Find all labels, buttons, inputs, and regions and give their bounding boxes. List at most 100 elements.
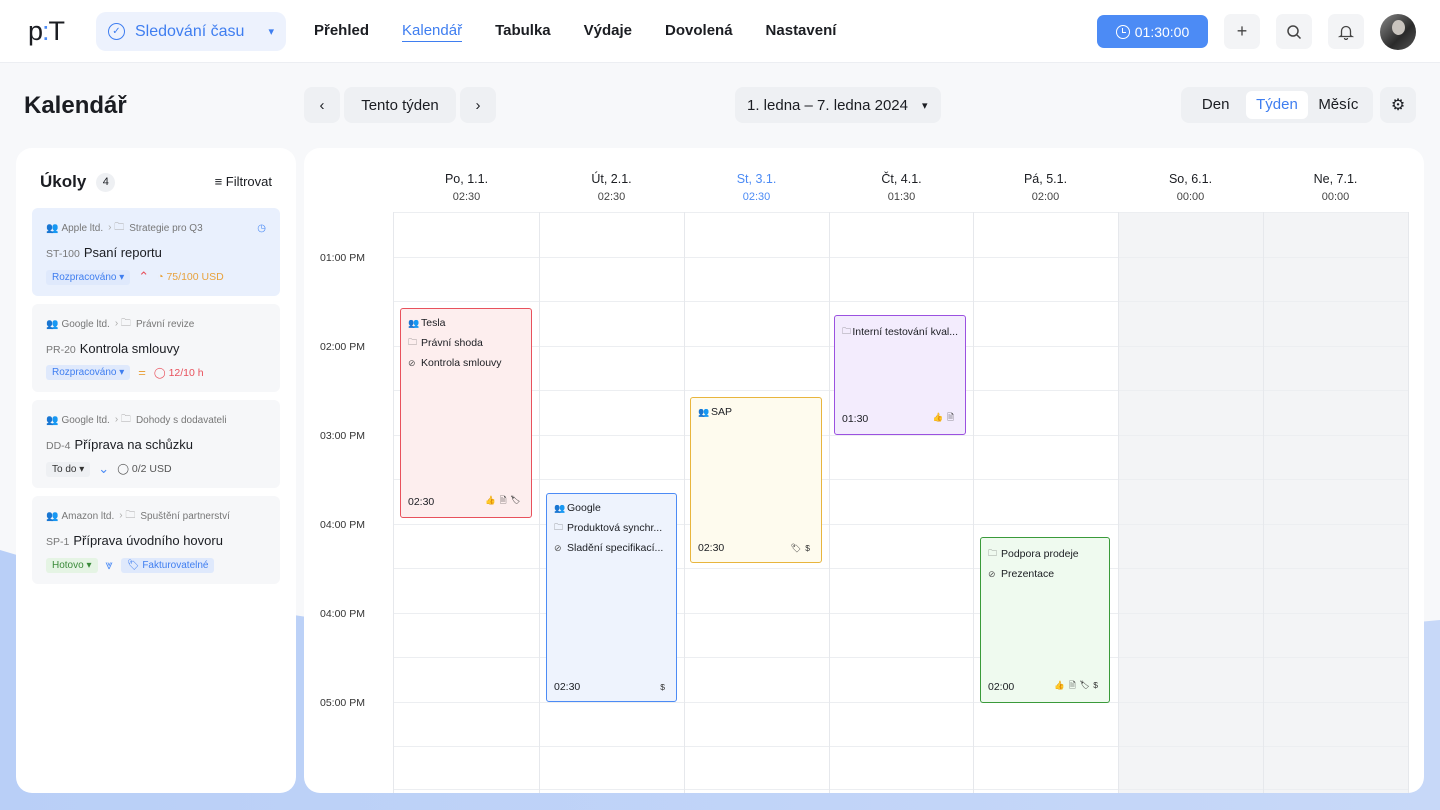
filter-label: Filtrovat <box>225 174 272 189</box>
notifications-button[interactable] <box>1328 14 1364 49</box>
filter-button[interactable]: ≡ Filtrovat <box>215 174 272 189</box>
day-label: Pá, 5.1. <box>1023 172 1068 186</box>
day-header[interactable]: St, 3.1. 02:30 <box>684 172 829 203</box>
grid-line <box>393 212 1409 213</box>
task-card[interactable]: 👥 Google ltd. › 🗀 Dohody s dodavateli DD-4 P… <box>32 400 280 488</box>
settings-button[interactable]: ⚙ <box>1380 87 1416 123</box>
time-entry[interactable]: 🗀 Podpora prodeje ⊘ Prezentace 02:00 👍🗎🏷$ <box>980 537 1110 703</box>
day-header[interactable]: Pá, 5.1. 02:00 <box>973 172 1118 203</box>
status-dropdown[interactable]: Rozpracováno ▾ <box>46 269 131 285</box>
entry-client: Google <box>567 502 601 514</box>
client-icon: 👥 <box>46 415 59 426</box>
day-header[interactable]: Ne, 7.1. 00:00 <box>1263 172 1408 203</box>
avatar[interactable] <box>1380 14 1416 50</box>
day-label: Út, 2.1. <box>591 172 632 186</box>
grid-line <box>393 789 1409 790</box>
task-card[interactable]: 👥 Apple ltd. › 🗀 Strategie pro Q3 ◷ ST-100 Ps… <box>32 208 280 296</box>
chevron-down-icon: ▾ <box>921 99 928 112</box>
progress-label: 0/2 USD <box>131 463 172 475</box>
nav-vydaje[interactable]: Výdaje <box>584 22 632 41</box>
progress-label: 75/100 USD <box>166 271 224 283</box>
budget-progress: ◔ 75/100 USD <box>157 271 224 283</box>
task-code: DD-4 <box>46 440 71 452</box>
status-dropdown[interactable]: Hotovo ▾ <box>46 557 98 573</box>
task-code: PR-20 <box>46 344 76 356</box>
entry-project: Právní shoda <box>421 337 483 349</box>
entry-client: SAP <box>711 406 733 418</box>
next-week-button[interactable]: › <box>460 87 496 123</box>
time-label: 04:00 PM <box>320 608 365 620</box>
bell-icon <box>1338 25 1354 40</box>
budget-progress: ◯ 0/2 USD <box>117 463 172 475</box>
add-button[interactable]: + <box>1224 14 1260 49</box>
entry-project: Podpora prodeje <box>1001 548 1079 560</box>
status-dropdown[interactable]: Rozpracováno ▾ <box>46 365 131 380</box>
day-header[interactable]: Čt, 4.1. 01:30 <box>829 172 974 203</box>
status-label: Hotovo <box>52 559 84 571</box>
timer-value: 01:30:00 <box>1134 23 1190 40</box>
budget-progress: ◯ 12/10 h <box>153 366 204 379</box>
date-range-picker[interactable]: 1. ledna – 7. ledna 2024 ▾ <box>735 87 941 123</box>
entry-icons: 👍🗎 <box>932 412 958 422</box>
task-title: Příprava na schůzku <box>74 437 194 452</box>
folder-icon: › 🗀 <box>114 414 131 425</box>
nav-prehled[interactable]: Přehled <box>314 22 369 41</box>
client-icon: 👥 <box>46 223 59 234</box>
view-den[interactable]: Den <box>1185 91 1246 119</box>
timer-button[interactable]: 01:30:00 <box>1097 15 1208 48</box>
this-week-button[interactable]: Tento týden <box>344 87 456 123</box>
search-button[interactable] <box>1276 14 1312 49</box>
top-bar: p:T ✓ Sledování času ▾ Přehled Kalendář … <box>0 0 1440 63</box>
view-mesic[interactable]: Měsíc <box>1308 91 1369 119</box>
client-icon: 👥 <box>46 511 59 522</box>
day-header[interactable]: Út, 2.1. 02:30 <box>539 172 684 203</box>
tasks-header: Úkoly 4 <box>40 172 116 192</box>
task-meta: 👥 Amazon ltd. › 🗀 Spuštění partnerství <box>46 508 266 525</box>
status-label: Rozpracováno <box>52 271 117 283</box>
nav-dovolena[interactable]: Dovolená <box>665 22 733 41</box>
day-header[interactable]: Po, 1.1. 02:30 <box>394 172 539 203</box>
task-card[interactable]: 👥 Amazon ltd. › 🗀 Spuštění partnerství SP-1… <box>32 496 280 584</box>
tasks-count: 4 <box>96 172 116 192</box>
entry-icons: 🏷$ <box>790 542 814 553</box>
grid-line <box>973 212 974 793</box>
entry-client: Tesla <box>421 317 446 329</box>
time-entry[interactable]: 👥 SAP 02:30 🏷$ <box>690 397 822 563</box>
date-range-label: 1. ledna – 7. ledna 2024 <box>747 96 908 114</box>
product-switcher[interactable]: ✓ Sledování času ▾ <box>96 12 286 51</box>
nav-tabulka[interactable]: Tabulka <box>495 22 551 41</box>
grid-line <box>393 301 1409 302</box>
prev-week-button[interactable]: ‹ <box>304 87 340 123</box>
task-project: Spuštění partnerství <box>140 511 230 522</box>
task-title: Kontrola smlouvy <box>79 341 180 356</box>
day-total: 01:30 <box>887 191 916 203</box>
task-project: Strategie pro Q3 <box>129 223 203 234</box>
chevron-down-icon: ▾ <box>268 26 274 38</box>
task-project: Právní revize <box>135 319 195 330</box>
entry-duration: 02:00 <box>988 681 1015 693</box>
view-tyden[interactable]: Týden <box>1246 91 1308 119</box>
search-icon <box>1287 24 1302 39</box>
clock-icon <box>1115 24 1130 39</box>
entry-task: Kontrola smlouvy <box>421 357 502 369</box>
nav-nastaveni[interactable]: Nastavení <box>766 22 837 41</box>
logo[interactable]: p:T <box>28 14 65 48</box>
time-entry[interactable]: 👥 Tesla 🗀 Právní shoda ⊘ Kontrola smlouvy 0… <box>400 308 532 518</box>
day-total: 00:00 <box>1176 191 1205 203</box>
status-dropdown[interactable]: To do ▾ <box>46 461 91 477</box>
task-title: Příprava úvodního hovoru <box>73 533 223 548</box>
priority-low-icon: ⌄ <box>98 461 110 476</box>
day-label: Po, 1.1. <box>444 172 489 186</box>
task-check-icon: ⊘ <box>408 357 416 368</box>
task-card[interactable]: 👥 Google ltd. › 🗀 Právní revize PR-20 Kontro… <box>32 304 280 392</box>
progress-label: 12/10 h <box>168 366 204 379</box>
time-entry[interactable]: 👥 Google 🗀 Produktová synchr... ⊘ Sladění s… <box>546 493 677 702</box>
nav-kalendar[interactable]: Kalendář <box>402 22 463 42</box>
grid-line <box>684 212 685 793</box>
client-icon: 👥 <box>46 319 59 330</box>
task-client: Google ltd. <box>61 415 110 426</box>
time-label: 02:00 PM <box>320 341 365 353</box>
time-entry[interactable]: 🗀 Interní testování kval... 01:30 👍🗎 <box>834 315 966 435</box>
day-header[interactable]: So, 6.1. 00:00 <box>1118 172 1263 203</box>
task-client: Google ltd. <box>61 319 110 330</box>
